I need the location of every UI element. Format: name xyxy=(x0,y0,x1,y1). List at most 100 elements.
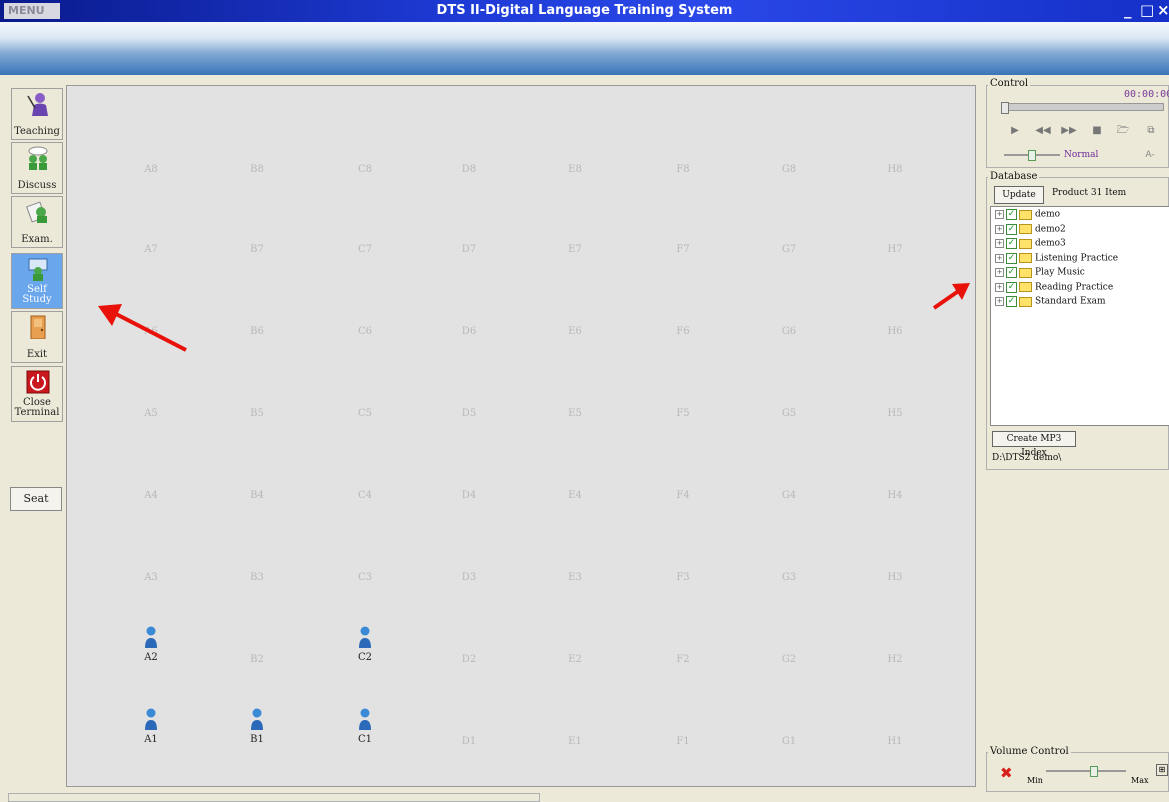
seat-a3[interactable]: A3 xyxy=(131,572,171,583)
checkbox-checked-icon[interactable]: ✓ xyxy=(1006,223,1017,235)
seat-h5[interactable]: H5 xyxy=(875,408,915,419)
seat-b8[interactable]: B8 xyxy=(237,164,277,175)
seat-c2[interactable]: C2 xyxy=(345,626,385,663)
seat-h4[interactable]: H4 xyxy=(875,490,915,501)
seat-d4[interactable]: D4 xyxy=(449,490,489,501)
checkbox-checked-icon[interactable]: ✓ xyxy=(1006,296,1017,307)
create-mp3-index-button[interactable]: Create MP3 Index xyxy=(992,431,1076,458)
seat-g2[interactable]: G2 xyxy=(769,654,809,665)
seat-e3[interactable]: E3 xyxy=(555,572,595,583)
expand-icon[interactable]: + xyxy=(995,224,1004,234)
seat-c1[interactable]: C1 xyxy=(345,708,385,745)
self-study-button[interactable]: Self Study xyxy=(11,253,63,309)
teaching-button[interactable]: Teaching xyxy=(11,88,63,140)
seat-d1[interactable]: D1 xyxy=(449,736,489,747)
seat-f6[interactable]: F6 xyxy=(663,326,703,337)
seat-h3[interactable]: H3 xyxy=(875,572,915,583)
progress-thumb[interactable] xyxy=(1001,102,1009,114)
seat-e8[interactable]: E8 xyxy=(555,164,595,175)
checkbox-checked-icon[interactable]: ✓ xyxy=(1006,238,1017,249)
equalizer-icon[interactable]: ⊞ xyxy=(1156,764,1168,776)
exam-button[interactable]: Exam. xyxy=(11,196,63,248)
seat-h1[interactable]: H1 xyxy=(875,736,915,747)
seat-b5[interactable]: B5 xyxy=(237,408,277,419)
discuss-button[interactable]: Discuss xyxy=(11,142,63,194)
seat-c3[interactable]: C3 xyxy=(345,572,385,583)
seat-h7[interactable]: H7 xyxy=(875,244,915,255)
tree-item[interactable]: + ✓ Reading Practice xyxy=(995,281,1113,296)
seat-h6[interactable]: H6 xyxy=(875,326,915,337)
expand-icon[interactable]: + xyxy=(995,239,1004,248)
seat-a2[interactable]: A2 xyxy=(131,626,171,663)
seat-f7[interactable]: F7 xyxy=(663,244,703,255)
seat-g1[interactable]: G1 xyxy=(769,736,809,747)
seat-g8[interactable]: G8 xyxy=(769,164,809,175)
tree-item[interactable]: + ✓ Standard Exam xyxy=(995,296,1106,310)
seat-b1[interactable]: B1 xyxy=(237,708,277,745)
volume-slider[interactable] xyxy=(1046,766,1126,777)
checkbox-checked-icon[interactable]: ✓ xyxy=(1006,281,1017,293)
tree-item[interactable]: + ✓ Listening Practice xyxy=(995,252,1118,267)
play-button[interactable]: ▶ xyxy=(1004,122,1026,140)
seat-c7[interactable]: C7 xyxy=(345,244,385,255)
seat-b7[interactable]: B7 xyxy=(237,244,277,255)
seat-b4[interactable]: B4 xyxy=(237,490,277,501)
mute-icon[interactable]: ✖ xyxy=(1000,764,1013,782)
seat-e2[interactable]: E2 xyxy=(555,654,595,665)
seat-e7[interactable]: E7 xyxy=(555,244,595,255)
seat-d8[interactable]: D8 xyxy=(449,164,489,175)
seat-g7[interactable]: G7 xyxy=(769,244,809,255)
seat-f5[interactable]: F5 xyxy=(663,408,703,419)
exit-button[interactable]: Exit xyxy=(11,311,63,363)
seat-a8[interactable]: A8 xyxy=(131,164,171,175)
seat-a1[interactable]: A1 xyxy=(131,708,171,745)
close-terminal-button[interactable]: Close Terminal xyxy=(11,366,63,422)
close-button[interactable]: × xyxy=(1157,1,1169,19)
seat-e1[interactable]: E1 xyxy=(555,736,595,747)
seat-c4[interactable]: C4 xyxy=(345,490,385,501)
database-tree[interactable]: + ✓ demo + ✓ demo2 + ✓ demo3 + ✓ Listening Practice… xyxy=(990,206,1169,426)
seat-g4[interactable]: G4 xyxy=(769,490,809,501)
seat-b3[interactable]: B3 xyxy=(237,572,277,583)
open-button[interactable]: 🗁 xyxy=(1112,122,1134,140)
minimize-button[interactable]: _ xyxy=(1124,1,1132,19)
expand-icon[interactable]: + xyxy=(995,297,1004,306)
seat-d7[interactable]: D7 xyxy=(449,244,489,255)
seat-a7[interactable]: A7 xyxy=(131,244,171,255)
seat-f1[interactable]: F1 xyxy=(663,736,703,747)
checkbox-checked-icon[interactable]: ✓ xyxy=(1006,267,1017,278)
seat-a5[interactable]: A5 xyxy=(131,408,171,419)
update-button[interactable]: Update xyxy=(994,186,1044,204)
seat-f2[interactable]: F2 xyxy=(663,654,703,665)
seat-c5[interactable]: C5 xyxy=(345,408,385,419)
seat-a4[interactable]: A4 xyxy=(131,490,171,501)
seat-b2[interactable]: B2 xyxy=(237,654,277,665)
seat-b6[interactable]: B6 xyxy=(237,326,277,337)
font-size-button[interactable]: A- xyxy=(1140,148,1160,162)
fast-forward-button[interactable]: ▶▶ xyxy=(1058,122,1080,140)
maximize-button[interactable]: □ xyxy=(1140,1,1154,19)
seat-f4[interactable]: F4 xyxy=(663,490,703,501)
volume-slider-thumb[interactable] xyxy=(1090,766,1098,777)
seat-f8[interactable]: F8 xyxy=(663,164,703,175)
tree-item[interactable]: + ✓ demo3 xyxy=(995,238,1066,252)
seat-d2[interactable]: D2 xyxy=(449,654,489,665)
copy-button[interactable]: ⧉ xyxy=(1140,122,1162,140)
seat-d5[interactable]: D5 xyxy=(449,408,489,419)
tree-item[interactable]: + ✓ Play Music xyxy=(995,267,1085,281)
playback-progress[interactable] xyxy=(1001,102,1164,114)
speed-slider[interactable] xyxy=(1004,150,1060,161)
expand-icon[interactable]: + xyxy=(995,253,1004,263)
speed-slider-thumb[interactable] xyxy=(1028,150,1036,161)
checkbox-checked-icon[interactable]: ✓ xyxy=(1006,209,1017,220)
checkbox-checked-icon[interactable]: ✓ xyxy=(1006,252,1017,264)
seat-e4[interactable]: E4 xyxy=(555,490,595,501)
seat-e6[interactable]: E6 xyxy=(555,326,595,337)
seat-c6[interactable]: C6 xyxy=(345,326,385,337)
seat-g3[interactable]: G3 xyxy=(769,572,809,583)
tree-item[interactable]: + ✓ demo2 xyxy=(995,223,1066,238)
seat-e5[interactable]: E5 xyxy=(555,408,595,419)
rewind-button[interactable]: ◀◀ xyxy=(1032,122,1054,140)
seat-g6[interactable]: G6 xyxy=(769,326,809,337)
seat-h8[interactable]: H8 xyxy=(875,164,915,175)
